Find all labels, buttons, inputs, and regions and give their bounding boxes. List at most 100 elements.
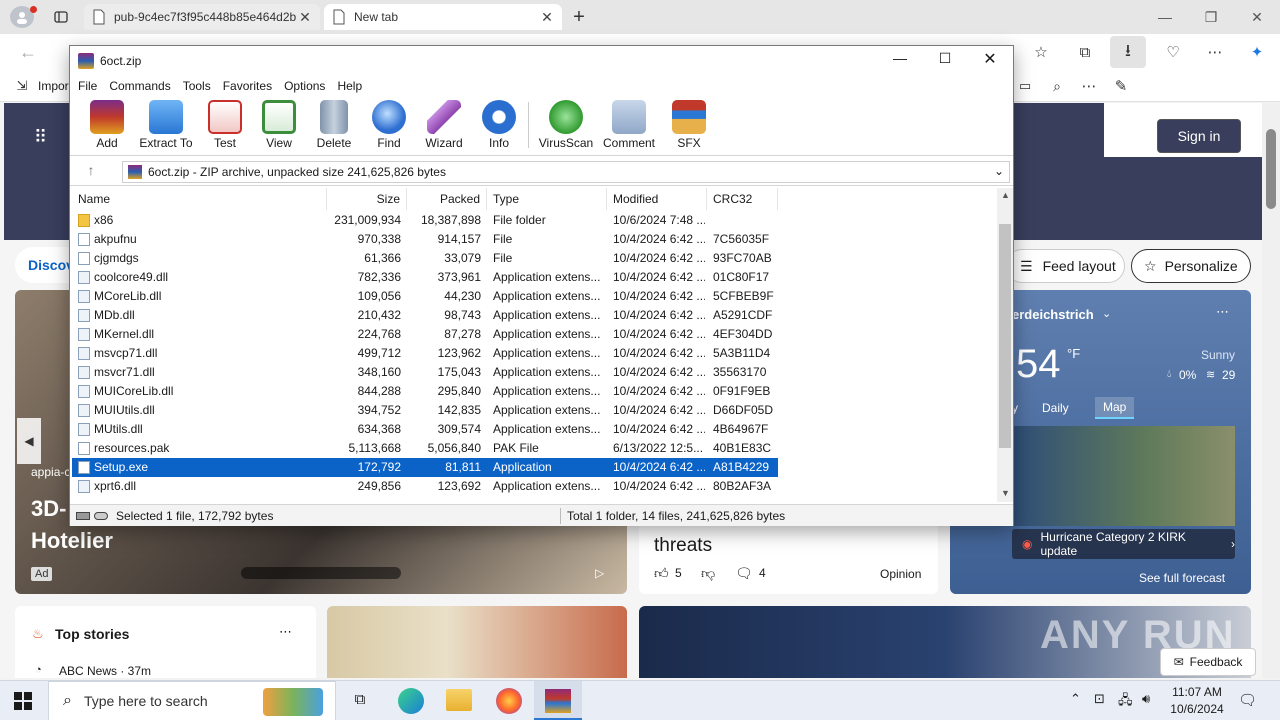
column-header-size[interactable]: Size: [327, 188, 407, 210]
favorites-star-icon[interactable]: ☆: [1028, 40, 1054, 64]
taskbar-date[interactable]: 10/6/2024: [1164, 702, 1230, 716]
weather-tab-map[interactable]: Map: [1095, 397, 1135, 419]
network-icon[interactable]: 🖧︎: [1118, 691, 1133, 713]
meet-now-icon[interactable]: ⊡: [1094, 691, 1105, 707]
apps-grid-icon[interactable]: ⠿: [34, 127, 60, 147]
comment-icon[interactable]: 🗨︎: [735, 565, 753, 582]
toolbar-info-button[interactable]: Info: [468, 100, 530, 154]
toolbar-add-button[interactable]: Add: [76, 100, 138, 154]
tab-actions-icon[interactable]: [50, 6, 72, 28]
file-row[interactable]: MUICoreLib.dll 844,288 295,840 Application …: [72, 382, 778, 401]
more-options-icon[interactable]: ⋯: [1078, 76, 1100, 96]
browser-essentials-icon[interactable]: ♡: [1160, 40, 1186, 64]
menu-file[interactable]: File: [78, 79, 97, 93]
column-header-type[interactable]: Type: [487, 188, 607, 210]
see-full-forecast-link[interactable]: See full forecast: [1139, 571, 1225, 585]
rar-minimize-icon[interactable]: —: [885, 50, 915, 72]
location-chevron-icon[interactable]: ⌄: [1102, 307, 1111, 320]
file-row[interactable]: MKernel.dll 224,768 87,278 Application exte…: [72, 325, 778, 344]
winrar-taskbar-button[interactable]: [534, 681, 582, 720]
archive-path-combo[interactable]: 6oct.zip - ZIP archive, unpacked size 24…: [122, 161, 1010, 183]
file-row[interactable]: akpufnu 970,338 914,157 File 10/4/2024 6:42 …: [72, 230, 778, 249]
show-hidden-icons-icon[interactable]: ⌃: [1070, 691, 1081, 707]
toolbar-view-button[interactable]: View: [248, 100, 310, 154]
column-header-crc32[interactable]: CRC32: [707, 188, 778, 210]
feedback-button[interactable]: ✉ Feedback: [1160, 648, 1256, 676]
pin-icon[interactable]: ✎: [1110, 76, 1132, 96]
file-explorer-icon[interactable]: [446, 689, 472, 711]
toolbar-delete-button[interactable]: Delete: [303, 100, 365, 154]
scroll-down-icon[interactable]: ▼: [1001, 488, 1010, 498]
rar-close-icon[interactable]: ✕: [975, 49, 1005, 71]
file-row[interactable]: xprt6.dll 249,856 123,692 Application exten…: [72, 477, 778, 496]
page-scrollbar[interactable]: [1262, 103, 1280, 678]
weather-more-icon[interactable]: ⋯: [1216, 304, 1229, 320]
dislike-icon[interactable]: 👎︎: [701, 565, 715, 582]
like-icon[interactable]: 👍︎: [654, 565, 669, 582]
feed-layout-button[interactable]: ☰ Feed layout: [1005, 249, 1125, 283]
file-row[interactable]: coolcore49.dll 782,336 373,961 Application …: [72, 268, 778, 287]
carousel-dots[interactable]: [241, 567, 401, 579]
menu-tools[interactable]: Tools: [183, 79, 211, 93]
page-scrollbar-thumb[interactable]: [1266, 129, 1276, 209]
discover-tab[interactable]: Discov: [15, 247, 75, 283]
downloads-icon[interactable]: ⭳: [1110, 36, 1146, 68]
file-row[interactable]: x86 231,009,934 18,387,898 File folder 10/6/…: [72, 211, 778, 230]
toolbar-sfx-button[interactable]: SFX: [658, 100, 720, 154]
weather-tab-daily[interactable]: Daily: [1042, 401, 1069, 415]
back-arrow-icon[interactable]: ←: [16, 40, 40, 64]
carousel-prev-icon[interactable]: ◀: [17, 418, 41, 464]
toolbar-wizard-button[interactable]: Wizard: [413, 100, 475, 154]
top-stories-more-icon[interactable]: ⋯: [279, 624, 292, 640]
menu-help[interactable]: Help: [337, 79, 362, 93]
scroll-up-icon[interactable]: ▲: [1001, 190, 1010, 200]
up-folder-icon[interactable]: ↑: [82, 162, 100, 180]
browser-tab-1[interactable]: pub-9c4ec7f3f95c448b85e464d2b ✕: [84, 4, 320, 30]
volume-icon[interactable]: 🔊︎: [1142, 691, 1150, 707]
toolbar-find-button[interactable]: Find: [358, 100, 420, 154]
toolbar-extract-button[interactable]: Extract To: [135, 100, 197, 154]
toolbar-comment-button[interactable]: Comment: [598, 100, 660, 154]
edge-taskbar-icon[interactable]: [398, 688, 424, 714]
restore-window-icon[interactable]: ❐: [1188, 0, 1234, 34]
weather-map[interactable]: [1012, 426, 1235, 526]
file-row[interactable]: msvcr71.dll 348,160 175,043 Application ext…: [72, 363, 778, 382]
file-row[interactable]: msvcp71.dll 499,712 123,962 Application ext…: [72, 344, 778, 363]
close-window-icon[interactable]: ✕: [1234, 0, 1280, 34]
file-row[interactable]: MDb.dll 210,432 98,743 Application extens..…: [72, 306, 778, 325]
file-row[interactable]: MUtils.dll 634,368 309,574 Application exte…: [72, 420, 778, 439]
firefox-icon[interactable]: [496, 688, 522, 714]
file-row[interactable]: Setup.exe 172,792 81,811 Application 10/4/20…: [72, 458, 778, 477]
windows-start-icon[interactable]: [14, 692, 32, 710]
new-tab-icon[interactable]: +: [568, 6, 590, 28]
settings-more-icon[interactable]: ⋯: [1202, 40, 1228, 64]
file-list-scrollbar-thumb[interactable]: [999, 224, 1011, 448]
search-icon[interactable]: ⌕: [1046, 76, 1068, 96]
path-dropdown-icon[interactable]: ⌄: [994, 164, 1004, 178]
winrar-title-bar[interactable]: 6oct.zip — ☐ ✕: [70, 46, 1013, 76]
taskbar-search-box[interactable]: ⌕ Type here to search: [48, 681, 336, 720]
notifications-icon[interactable]: 🗨︎: [1238, 691, 1257, 709]
menu-favorites[interactable]: Favorites: [223, 79, 272, 93]
column-header-packed[interactable]: Packed: [407, 188, 487, 210]
sign-in-button[interactable]: Sign in: [1157, 119, 1241, 153]
menu-options[interactable]: Options: [284, 79, 325, 93]
hurricane-alert[interactable]: ◉ Hurricane Category 2 KIRK update ›: [1012, 529, 1235, 559]
file-row[interactable]: MCoreLib.dll 109,056 44,230 Application ext…: [72, 287, 778, 306]
taskbar-time[interactable]: 11:07 AM: [1168, 685, 1226, 699]
rar-maximize-icon[interactable]: ☐: [930, 50, 960, 72]
toolbar-virusscan-button[interactable]: VirusScan: [535, 100, 597, 154]
file-row[interactable]: cjgmdgs 61,366 33,079 File 10/4/2024 6:42 ..…: [72, 249, 778, 268]
browser-tab-2[interactable]: New tab ✕: [324, 4, 562, 30]
file-list-scrollbar[interactable]: ▲ ▼: [997, 188, 1013, 502]
copilot-icon[interactable]: ✦: [1244, 40, 1270, 64]
toolbar-test-button[interactable]: Test: [194, 100, 256, 154]
close-tab-icon[interactable]: ✕: [540, 9, 554, 26]
file-row[interactable]: MUIUtils.dll 394,752 142,835 Application ex…: [72, 401, 778, 420]
close-tab-icon[interactable]: ✕: [298, 9, 312, 26]
folder-icon[interactable]: ▭: [1014, 76, 1036, 96]
story-image-card[interactable]: [327, 606, 627, 678]
menu-commands[interactable]: Commands: [109, 79, 170, 93]
play-icon[interactable]: ▷: [595, 566, 604, 580]
task-view-icon[interactable]: ⧉: [350, 691, 370, 711]
